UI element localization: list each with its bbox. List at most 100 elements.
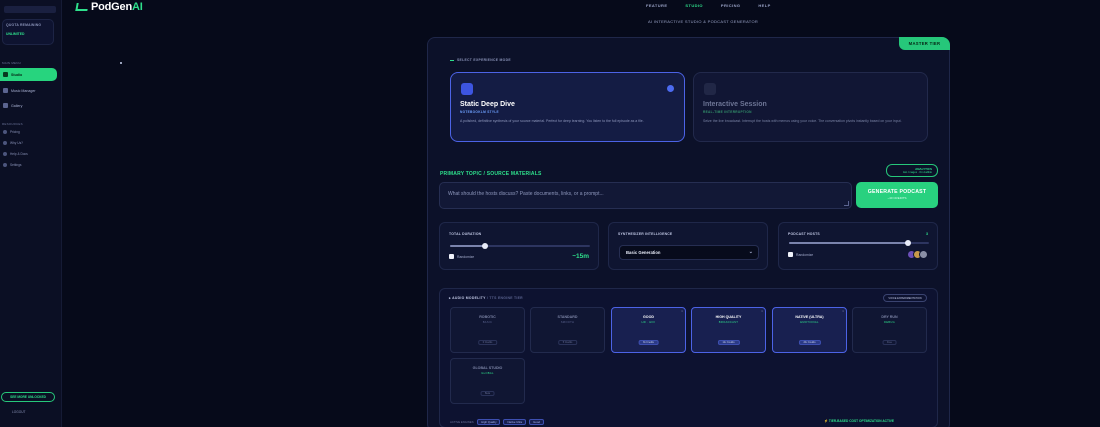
mic-icon	[3, 72, 8, 77]
resize-handle-icon[interactable]	[844, 201, 849, 206]
sidebar: QUOTA REMAINING UNLIMITED MAIN MENU Stud…	[0, 0, 62, 427]
tier-subtitle: BASIC	[482, 321, 493, 324]
tier-card[interactable]: ROBOTIC BASIC 0 Credits	[450, 307, 525, 353]
duration-randomize[interactable]: Randomize	[449, 254, 474, 259]
sidebar-item-label: Studio	[11, 72, 23, 77]
checkbox[interactable]	[788, 252, 793, 257]
studio-panel: MASTER TIER SELECT EXPERIENCE MODE Stati…	[427, 37, 950, 427]
mode-description: Seize the live broadcast. Interrupt the …	[703, 119, 902, 123]
intelligence-card: SYNTHESIZER INTELLIGENCE Basic Generatio…	[608, 222, 768, 270]
mode-card-static[interactable]: Static Deep Dive NOTEBOOKLM STYLE A poli…	[450, 72, 685, 142]
quota-value: UNLIMITED	[6, 32, 25, 36]
tier-name: ROBOTIC	[479, 315, 496, 319]
mode-subtitle: NOTEBOOKLM STYLE	[460, 110, 499, 114]
tier-card[interactable]: STANDARD SMOOTH 5 Credits	[530, 307, 605, 353]
active-engines-label: ACTIVE ENGINES:	[450, 420, 475, 424]
sidebar-item-label: Why Us?	[10, 141, 23, 145]
checkbox-label: Randomize	[796, 252, 814, 257]
mode-card-interactive[interactable]: Interactive Session REAL-TIME INTERRUPTI…	[693, 72, 928, 142]
duration-slider[interactable]	[450, 242, 590, 249]
duration-slider-thumb[interactable]	[482, 242, 488, 249]
engine-tag: Good	[529, 419, 544, 425]
sidebar-section-main: MAIN MENU	[2, 61, 21, 65]
music-icon	[3, 88, 8, 93]
checkbox-label: Randomize	[457, 254, 475, 259]
nav-pricing[interactable]: PRICING	[721, 3, 740, 8]
close-icon[interactable]: ×	[842, 309, 844, 313]
app-name: PodGenAI	[91, 1, 143, 13]
tier-name: GLOBAL STUDIO	[472, 366, 503, 370]
hosts-slider[interactable]	[789, 239, 929, 246]
nav-studio[interactable]: STUDIO	[685, 3, 703, 8]
sidebar-item-studio[interactable]: Studio	[0, 68, 57, 81]
cost-optimization-status: ⚡ TIER-BASED COST OPTIMIZATION ACTIVE	[824, 419, 895, 423]
generate-label: GENERATE PODCAST	[867, 189, 927, 195]
tier-card[interactable]: DRY RUN DEBUG Free	[852, 307, 927, 353]
host-avatars	[907, 250, 928, 259]
tier-card[interactable]: NATIVE (ULTRA) EMOTIONAL 20x Credits ×	[772, 307, 847, 353]
intelligence-title: SYNTHESIZER INTELLIGENCE	[618, 232, 673, 236]
mode-title: Static Deep Dive	[460, 101, 515, 108]
voice-experimentation-button[interactable]: VOICE EXPERIMENTATION	[883, 294, 927, 302]
book-icon	[461, 83, 473, 95]
topic-placeholder: What should the hosts discuss? Paste doc…	[448, 191, 604, 197]
tier-subtitle: BROADCAST	[718, 321, 739, 324]
gear-icon	[3, 163, 7, 167]
logout-button[interactable]: LOGOUT	[12, 410, 25, 414]
close-icon[interactable]: ×	[761, 309, 763, 313]
tier-subtitle: SMOOTH	[560, 321, 575, 324]
hosts-slider-fill	[789, 242, 908, 244]
active-engines: ACTIVE ENGINES: High Quality Native Ultr…	[450, 419, 544, 425]
avatar	[919, 250, 928, 259]
mode-title: Interactive Session	[703, 101, 767, 108]
sidebar-item-settings[interactable]: Settings	[0, 160, 55, 170]
hosts-card: PODCAST HOSTS 3 Randomize	[778, 222, 938, 270]
gallery-icon	[3, 103, 8, 108]
select-value: Basic Generation	[626, 250, 661, 255]
sidebar-brand	[4, 6, 56, 13]
sidebar-item-label: Pricing	[10, 130, 20, 134]
tier-card[interactable]: GLOBAL STUDIO GLOBAL Beta	[450, 358, 525, 404]
topic-label: PRIMARY TOPIC / SOURCE MATERIALS	[440, 171, 542, 177]
intelligence-select[interactable]: Basic Generation ⌄	[619, 245, 759, 260]
tier-name: GOOD	[643, 315, 654, 319]
nav-help[interactable]: HELP	[758, 3, 770, 8]
tier-cost: 5 Credits	[557, 340, 578, 345]
sidebar-item-music-manager[interactable]: Music Manager	[0, 84, 57, 97]
app-logo[interactable]: PodGenAI	[75, 1, 143, 13]
top-nav: FEATURE STUDIO PRICING HELP	[646, 3, 771, 8]
generate-podcast-button[interactable]: GENERATE PODCAST ~40 CREDITS	[856, 182, 938, 208]
check-icon	[667, 85, 674, 92]
hosts-title: PODCAST HOSTS	[788, 232, 820, 236]
sidebar-item-gallery[interactable]: Gallery	[0, 99, 57, 112]
tier-cost: 8x Credits	[638, 340, 659, 345]
analytics-badge[interactable]: ANALYTICS Est. Images · On Audible	[886, 164, 938, 177]
duration-title: TOTAL DURATION	[449, 232, 482, 236]
tier-card[interactable]: GOOD HD · HIFI 8x Credits ×	[611, 307, 686, 353]
close-icon[interactable]: ×	[681, 309, 683, 313]
sidebar-item-why-us[interactable]: Why Us?	[0, 138, 55, 148]
help-icon	[3, 152, 7, 156]
tier-card[interactable]: HIGH QUALITY BROADCAST 12x Credits ×	[691, 307, 766, 353]
sidebar-item-label: Music Manager	[11, 88, 36, 93]
star-decoration	[120, 62, 122, 64]
topic-input[interactable]: What should the hosts discuss? Paste doc…	[439, 182, 852, 209]
tier-name: DRY RUN	[881, 315, 898, 319]
tier-subtitle: DEBUG	[883, 321, 896, 324]
tier-cost: 12x Credits	[717, 340, 740, 345]
tier-name: NATIVE (ULTRA)	[795, 315, 824, 319]
audio-header: ▸ AUDIO MODELITY / TTS ENGINE TIER	[449, 296, 523, 300]
duration-card: TOTAL DURATION Randomize ~15m	[439, 222, 599, 270]
nav-feature[interactable]: FEATURE	[646, 3, 667, 8]
see-more-button[interactable]: SEE MORE UNLOCKED	[1, 392, 55, 402]
checkbox[interactable]	[449, 254, 454, 259]
engine-tag: High Quality	[477, 419, 501, 425]
hosts-value: 3	[926, 232, 928, 236]
logo-mark-icon	[75, 3, 89, 11]
hosts-slider-thumb[interactable]	[905, 239, 911, 246]
generate-cost: ~40 CREDITS	[887, 196, 907, 200]
sidebar-item-pricing[interactable]: Pricing	[0, 127, 55, 137]
hosts-randomize[interactable]: Randomize	[788, 252, 813, 257]
tier-subtitle: HD · HIFI	[641, 321, 656, 324]
sidebar-item-help[interactable]: Help & Docs	[0, 149, 55, 159]
